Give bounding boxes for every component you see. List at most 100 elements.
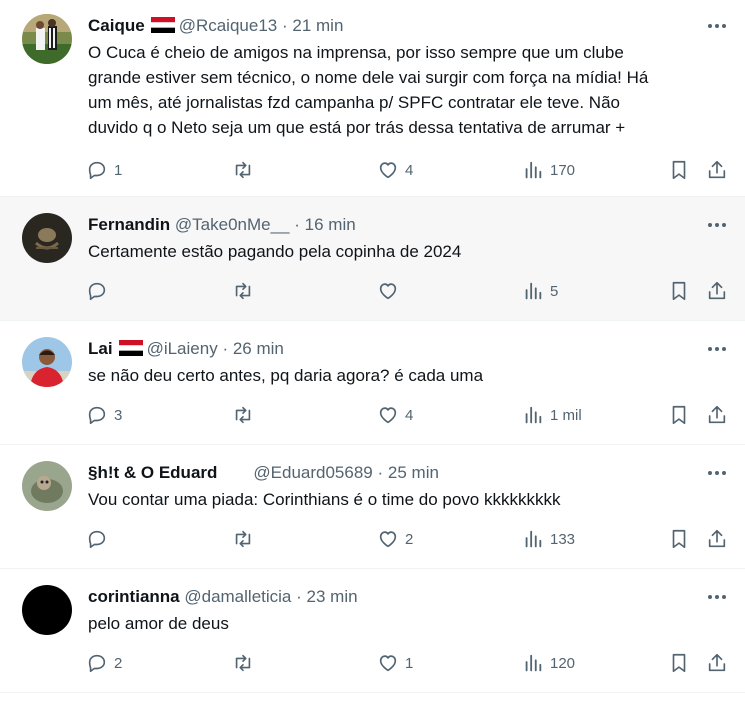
reply-button[interactable]: 3: [86, 401, 122, 429]
retweet-button[interactable]: [231, 525, 261, 553]
like-button[interactable]: 4: [377, 156, 413, 184]
reply-tweet[interactable]: Caique @Rcaique13 · 21 min O Cuca é cheio…: [0, 0, 745, 197]
retweet-button[interactable]: [231, 401, 261, 429]
bookmark-icon: [668, 528, 690, 550]
retweet-button[interactable]: [231, 649, 261, 677]
like-button[interactable]: [377, 277, 405, 305]
bookmark-button[interactable]: [668, 401, 690, 429]
share-icon: [706, 280, 728, 302]
timestamp[interactable]: 23 min: [307, 587, 358, 606]
views-icon: [522, 404, 544, 426]
share-icon: [706, 404, 728, 426]
reply-icon: [86, 280, 108, 302]
user-handle[interactable]: @Eduard05689: [253, 463, 372, 482]
views-button[interactable]: 120: [522, 649, 575, 677]
share-icon: [706, 652, 728, 674]
bookmark-button[interactable]: [668, 156, 690, 184]
display-name[interactable]: §h!t & O Eduard: [88, 463, 217, 482]
retweet-button[interactable]: [231, 277, 261, 305]
views-icon: [522, 652, 544, 674]
more-options-icon[interactable]: [707, 339, 727, 359]
action-bar: 3 4 1 mil: [86, 401, 733, 429]
avatar[interactable]: [22, 14, 72, 64]
bookmark-button[interactable]: [668, 277, 690, 305]
tweet-text: se não deu certo antes, pq daria agora? …: [88, 363, 695, 388]
share-button[interactable]: [706, 277, 728, 305]
like-button[interactable]: 1: [377, 649, 413, 677]
views-count: 5: [550, 282, 559, 300]
user-handle[interactable]: @iLaieny: [147, 339, 218, 358]
reply-button[interactable]: [86, 525, 114, 553]
heart-icon: [377, 528, 399, 550]
more-options-icon[interactable]: [707, 215, 727, 235]
dot-separator: ·: [294, 215, 300, 234]
reply-count: 3: [114, 406, 123, 424]
reply-tweet[interactable]: corintianna @damalleticia · 23 min pelo …: [0, 569, 745, 693]
reply-icon: [86, 528, 108, 550]
flag-icon: [118, 340, 143, 356]
action-bar: 1 4 170: [86, 156, 733, 184]
display-name[interactable]: Lai: [88, 339, 113, 358]
share-button[interactable]: [706, 649, 728, 677]
views-button[interactable]: 1 mil: [522, 401, 582, 429]
tweet-text-line: Vou contar uma piada: Corinthians é o ti…: [88, 490, 561, 509]
heart-icon: [377, 159, 399, 181]
dot-separator: ·: [222, 339, 229, 358]
avatar[interactable]: [22, 461, 72, 511]
bookmark-icon: [668, 159, 690, 181]
avatar[interactable]: [22, 213, 72, 263]
action-bar: 2 1 120: [86, 649, 733, 677]
like-button[interactable]: 2: [377, 525, 413, 553]
heart-icon: [377, 280, 399, 302]
views-count: 170: [550, 161, 576, 179]
display-name[interactable]: Caique: [88, 16, 145, 35]
heart-icon: [377, 652, 399, 674]
more-options-icon[interactable]: [707, 587, 727, 607]
tweet-text-line: O Cuca é cheio de amigos na imprensa, po…: [88, 43, 624, 62]
like-count: 4: [405, 406, 414, 424]
timestamp[interactable]: 25 min: [388, 463, 439, 482]
bookmark-button[interactable]: [668, 525, 690, 553]
views-icon: [522, 280, 544, 302]
avatar[interactable]: [22, 337, 72, 387]
retweet-button[interactable]: [231, 156, 261, 184]
reply-button[interactable]: [86, 277, 114, 305]
tweet-text-line: pelo amor de deus: [88, 614, 229, 633]
retweet-icon: [231, 159, 255, 181]
like-count: 4: [405, 161, 414, 179]
dot-separator: ·: [377, 463, 384, 482]
reply-icon: [86, 404, 108, 426]
reply-tweet[interactable]: Fernandin @Take0nMe__ · 16 min Certament…: [0, 197, 745, 321]
reply-button[interactable]: 1: [86, 156, 122, 184]
tweet-text-line: se não deu certo antes, pq daria agora? …: [88, 366, 484, 385]
display-name[interactable]: corintianna: [88, 587, 180, 606]
share-button[interactable]: [706, 525, 728, 553]
reply-tweet[interactable]: Lai @iLaieny · 26 min se não deu certo an…: [0, 321, 745, 445]
views-count: 1 mil: [550, 406, 582, 424]
tweet-text-line: um mês, até jornalistas fzd campanha p/ …: [88, 93, 620, 112]
reply-tweet[interactable]: §h!t & O Eduard @Eduard05689 · 25 min Vou…: [0, 445, 745, 569]
reply-icon: [86, 652, 108, 674]
tweet-text: O Cuca é cheio de amigos na imprensa, po…: [88, 40, 695, 140]
user-handle[interactable]: @damalleticia: [184, 587, 291, 606]
timestamp[interactable]: 26 min: [233, 339, 284, 358]
dot-separator: ·: [296, 587, 302, 606]
more-options-icon[interactable]: [707, 16, 727, 36]
more-options-icon[interactable]: [707, 463, 727, 483]
user-handle[interactable]: @Take0nMe__: [175, 215, 290, 234]
share-button[interactable]: [706, 401, 728, 429]
reply-feed: Caique @Rcaique13 · 21 min O Cuca é cheio…: [0, 0, 745, 693]
like-button[interactable]: 4: [377, 401, 413, 429]
bookmark-button[interactable]: [668, 649, 690, 677]
timestamp[interactable]: 21 min: [292, 16, 343, 35]
display-name[interactable]: Fernandin: [88, 215, 170, 234]
reply-button[interactable]: 2: [86, 649, 122, 677]
share-button[interactable]: [706, 156, 728, 184]
avatar[interactable]: [22, 585, 72, 635]
views-button[interactable]: 170: [522, 156, 575, 184]
views-button[interactable]: 133: [522, 525, 575, 553]
views-button[interactable]: 5: [522, 277, 558, 305]
timestamp[interactable]: 16 min: [305, 215, 356, 234]
tweet-text-line: Certamente estão pagando pela copinha de…: [88, 242, 462, 261]
user-handle[interactable]: @Rcaique13: [179, 16, 278, 35]
